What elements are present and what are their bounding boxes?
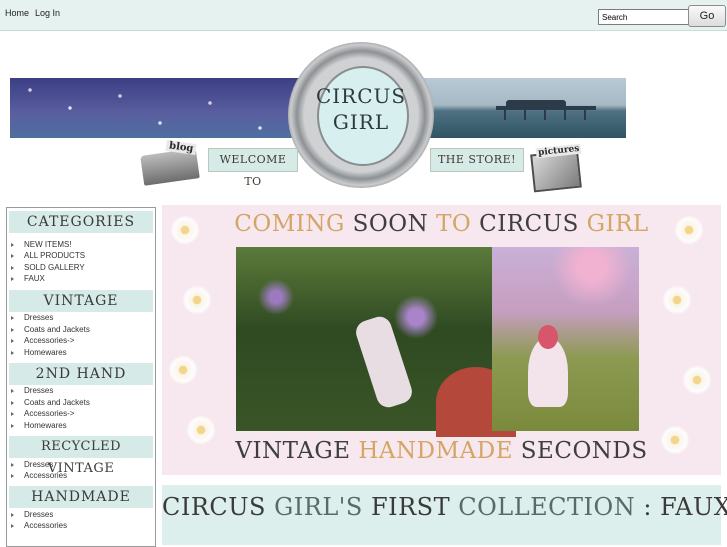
promo-photo — [236, 247, 639, 437]
sidebar-item-vintage-coats[interactable]: Coats and Jackets — [11, 325, 90, 334]
sidebar-item-2nd-hand-coats[interactable]: Coats and Jackets — [11, 398, 90, 407]
arrow-right-icon — [11, 523, 14, 528]
arrow-right-icon — [11, 411, 14, 416]
sidebar-item-vintage-dresses[interactable]: Dresses — [11, 313, 53, 322]
pier-seascape-image — [416, 78, 626, 138]
arrow-right-icon — [11, 315, 14, 320]
daisy-icon — [182, 285, 212, 315]
sidebar-item-recycled-dresses[interactable]: Dresses — [11, 460, 53, 469]
circus-girl-logo[interactable]: CIRCUS GIRL — [288, 42, 434, 188]
arrow-right-icon — [11, 338, 14, 343]
logo-line-2: GIRL — [332, 110, 390, 134]
collection-title: CIRCUS GIRL'S FIRST COLLECTION : FAUX — [162, 493, 727, 521]
sidebar-heading-recycled-vintage: RECYCLED VINTAGE — [9, 436, 153, 476]
daisy-icon — [682, 365, 712, 395]
sidebar-item-new-items[interactable]: NEW ITEMS! — [11, 240, 72, 249]
logo-line-1: CIRCUS — [315, 84, 407, 108]
sidebar-item-2nd-hand-homewares[interactable]: Homewares — [11, 421, 67, 430]
daisy-icon — [168, 355, 198, 385]
promo-subtitle: VINTAGE HANDMADE SECONDS — [235, 438, 648, 464]
sidebar-heading-vintage: VINTAGE — [9, 290, 153, 312]
arrow-right-icon — [11, 276, 14, 281]
pier-icon — [496, 100, 596, 120]
sidebar-item-handmade-dresses[interactable]: Dresses — [11, 510, 53, 519]
sidebar-item-sold-gallery[interactable]: SOLD GALLERY — [11, 263, 85, 272]
pictures-link[interactable]: pictures — [528, 143, 606, 193]
daisy-icon — [662, 285, 692, 315]
welcome-right-banner: THE STORE! — [430, 148, 524, 172]
sidebar-item-recycled-accessories[interactable]: Accessories — [11, 471, 67, 480]
sidebar-item-2nd-hand-dresses[interactable]: Dresses — [11, 386, 53, 395]
arrow-right-icon — [11, 400, 14, 405]
sidebar-item-faux[interactable]: FAUX — [11, 274, 45, 283]
first-collection-banner[interactable]: CIRCUS GIRL'S FIRST COLLECTION : FAUX — [162, 485, 727, 545]
nav-home-link[interactable]: Home — [5, 8, 29, 18]
sidebar-item-vintage-accessories[interactable]: Accessories-> — [11, 336, 74, 345]
arrow-right-icon — [11, 473, 14, 478]
arrow-right-icon — [11, 512, 14, 517]
arrow-right-icon — [11, 423, 14, 428]
sidebar-heading-handmade: HANDMADE — [9, 486, 153, 508]
arrow-right-icon — [11, 242, 14, 247]
sidebar-item-vintage-homewares[interactable]: Homewares — [11, 348, 67, 357]
coming-soon-promo[interactable]: COMING SOON TO CIRCUS GIRL VINTAGE HANDM… — [162, 205, 721, 475]
sidebar-heading-categories: CATEGORIES — [9, 211, 153, 233]
search-input[interactable] — [598, 9, 692, 25]
go-button[interactable]: Go — [688, 5, 726, 27]
arrow-right-icon — [11, 253, 14, 258]
arrow-right-icon — [11, 388, 14, 393]
sidebar-item-2nd-hand-accessories[interactable]: Accessories-> — [11, 409, 74, 418]
welcome-left-banner: WELCOME TO — [208, 148, 298, 188]
sidebar: CATEGORIES NEW ITEMS! ALL PRODUCTS SOLD … — [6, 207, 156, 547]
arrow-right-icon — [11, 327, 14, 332]
sidebar-heading-2nd-hand: 2ND HAND — [9, 363, 153, 385]
sidebar-item-handmade-accessories[interactable]: Accessories — [11, 521, 67, 530]
nav-login-link[interactable]: Log In — [35, 8, 60, 18]
sidebar-item-all-products[interactable]: ALL PRODUCTS — [11, 251, 85, 260]
arrow-right-icon — [11, 462, 14, 467]
flower-field-image — [10, 78, 310, 138]
blog-link[interactable]: blog — [140, 139, 202, 186]
promo-title: COMING SOON TO CIRCUS GIRL — [234, 211, 649, 237]
top-bar: Home Log In Go — [0, 0, 727, 31]
arrow-right-icon — [11, 265, 14, 270]
arrow-right-icon — [11, 350, 14, 355]
